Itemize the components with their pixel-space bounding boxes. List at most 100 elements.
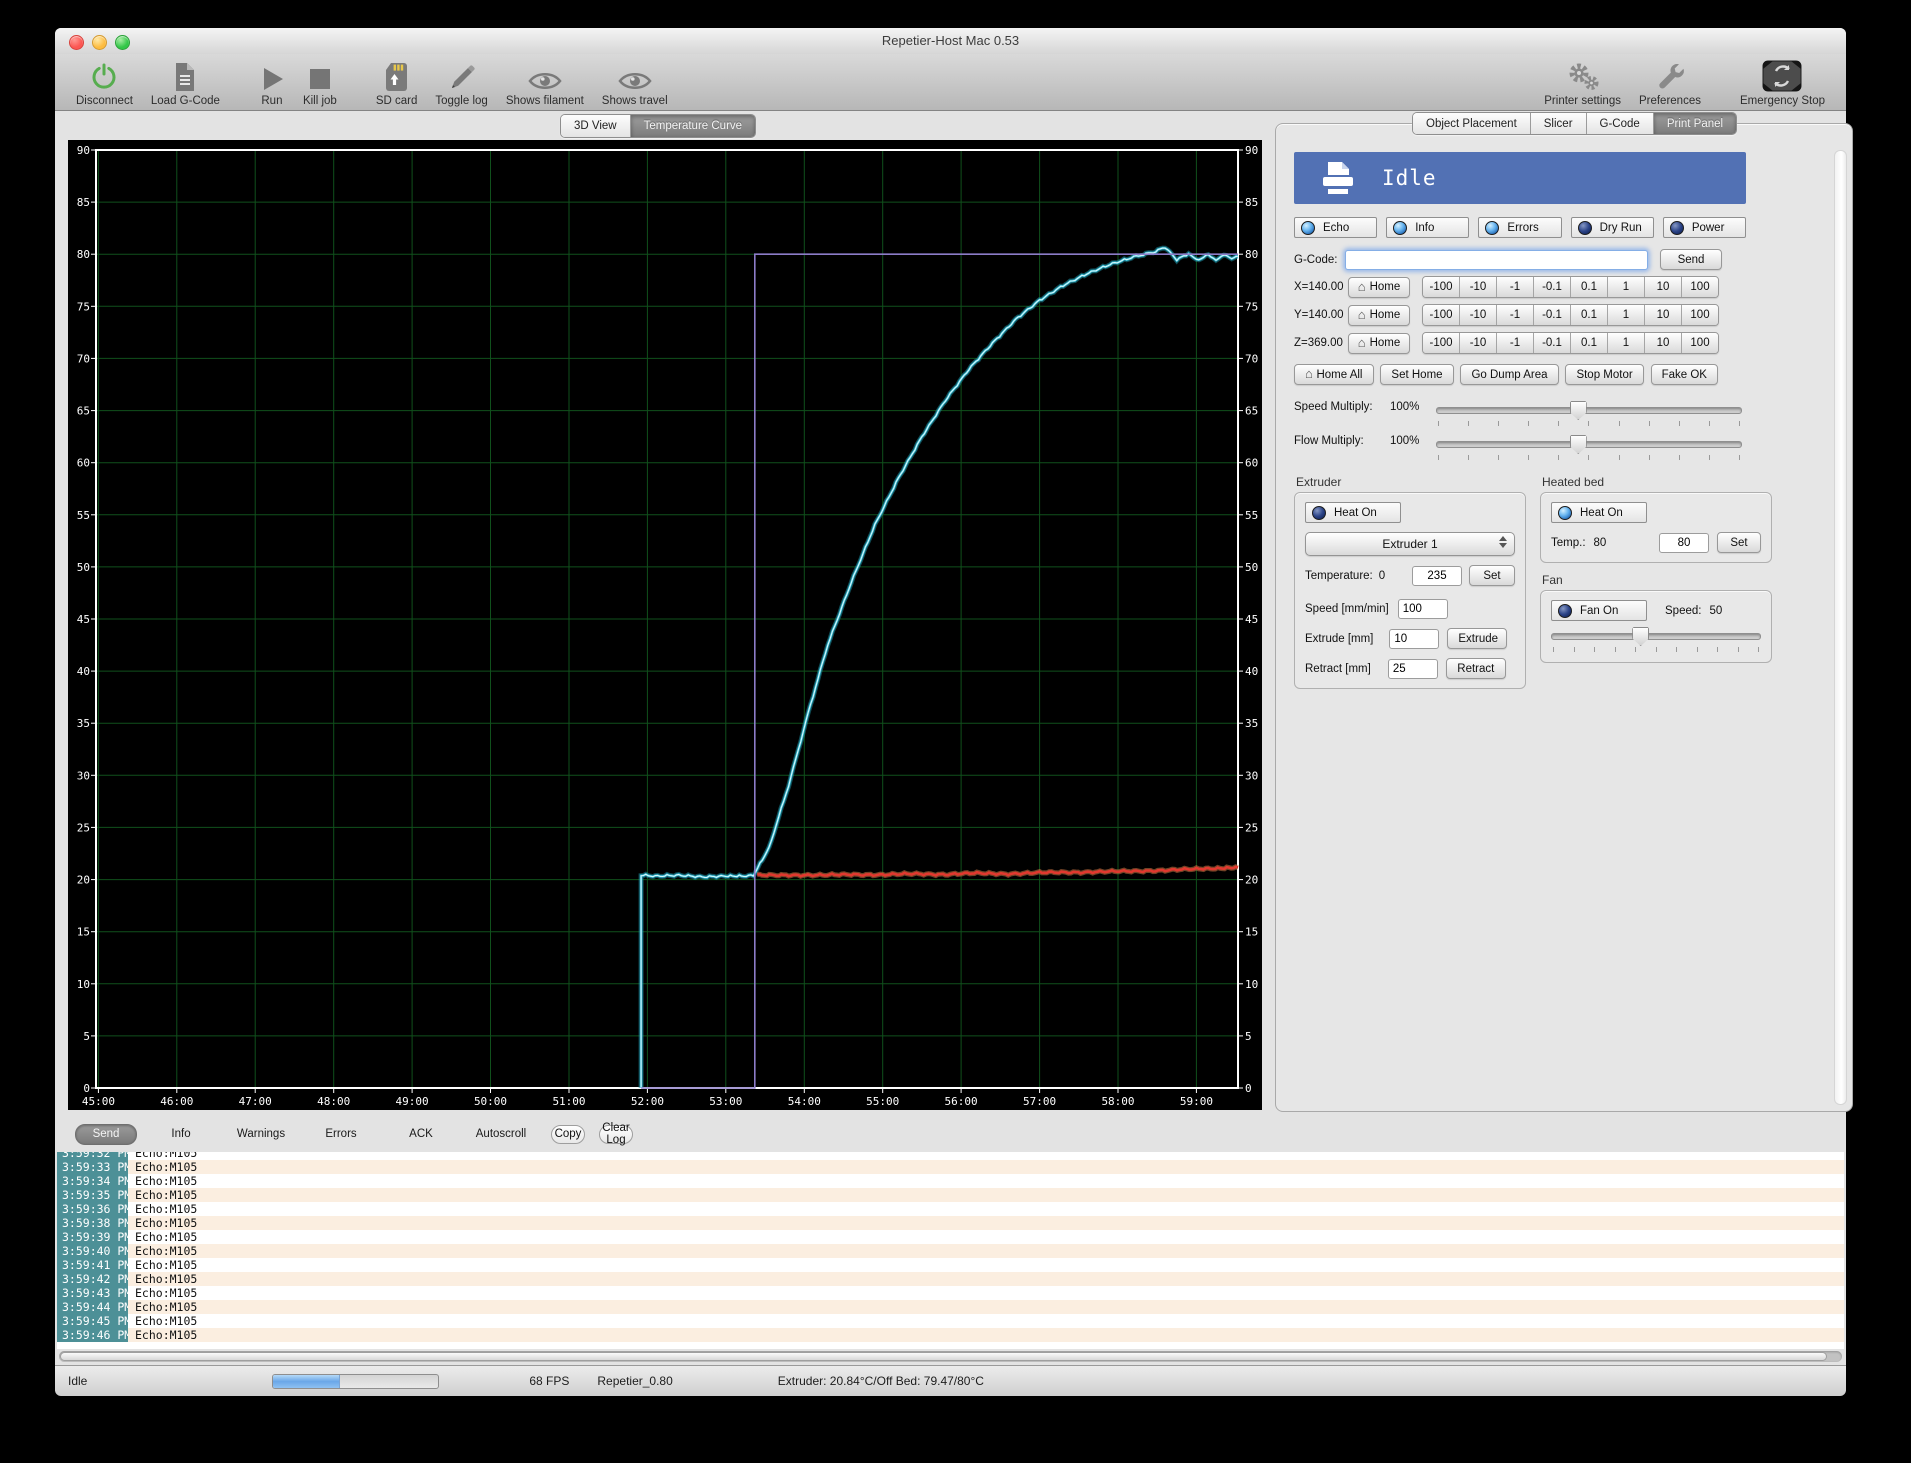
minimize-button[interactable] <box>92 35 107 50</box>
log-tab-warnings[interactable]: Warnings <box>225 1128 297 1140</box>
jog-step-button[interactable]: 0.1 <box>1570 277 1607 297</box>
toggle-dry-run[interactable]: Dry Run <box>1571 217 1654 238</box>
toggle-power[interactable]: Power <box>1663 217 1746 238</box>
jog-step-button[interactable]: 100 <box>1681 305 1718 325</box>
jog-step-button[interactable]: -10 <box>1459 305 1496 325</box>
tab-slicer[interactable]: Slicer <box>1530 113 1586 134</box>
stop-motor-button[interactable]: Stop Motor <box>1565 364 1643 385</box>
panel-scrollbar[interactable] <box>1834 150 1847 1105</box>
toolbar-button-emergency-stop[interactable]: Emergency Stop <box>1740 58 1825 110</box>
home-z-button[interactable]: ⌂Home <box>1348 333 1410 354</box>
bed-temperature-input[interactable] <box>1659 533 1709 553</box>
jog-step-button[interactable]: 0.1 <box>1570 333 1607 353</box>
log-view[interactable]: 3:59:32 PMEcho:M1053:59:33 PMEcho:M1053:… <box>57 1152 1844 1349</box>
toolbar-button-disconnect[interactable]: Disconnect <box>76 58 133 110</box>
slider-track[interactable] <box>1551 633 1761 640</box>
jog-step-button[interactable]: -10 <box>1459 333 1496 353</box>
tab-3d-view[interactable]: 3D View <box>561 115 630 137</box>
jog-step-button[interactable]: 1 <box>1607 305 1644 325</box>
jog-step-button[interactable]: 100 <box>1681 277 1718 297</box>
log-tab-send[interactable]: Send <box>75 1124 137 1145</box>
toolbar-button-printer-settings[interactable]: Printer settings <box>1544 58 1621 110</box>
jog-step-button[interactable]: -1 <box>1496 333 1533 353</box>
bed-set-button[interactable]: Set <box>1717 532 1761 553</box>
fan-toggle[interactable]: Fan On <box>1551 600 1647 621</box>
home-x-button[interactable]: ⌂Home <box>1348 277 1410 298</box>
toggle-echo[interactable]: Echo <box>1294 217 1377 238</box>
axis-row-x: X=140.00⌂Home-100-10-1-0.10.1110100 <box>1294 276 1722 298</box>
tab-object-placement[interactable]: Object Placement <box>1413 113 1530 134</box>
extrude-amount-input[interactable] <box>1389 629 1439 649</box>
toolbar-button-shows-travel[interactable]: Shows travel <box>602 58 668 110</box>
extruder-select[interactable]: Extruder 1 <box>1305 532 1515 556</box>
jog-step-button[interactable]: 1 <box>1607 333 1644 353</box>
clear-log-button[interactable]: Clear Log <box>599 1125 633 1144</box>
fan-speed-slider[interactable] <box>1551 627 1761 653</box>
log-tab-info[interactable]: Info <box>145 1128 217 1140</box>
slider-track[interactable] <box>1436 441 1742 448</box>
log-message: Echo:M105 <box>128 1152 197 1160</box>
jog-step-button[interactable]: -0.1 <box>1533 305 1570 325</box>
tab-temperature-curve[interactable]: Temperature Curve <box>630 115 755 137</box>
jog-step-button[interactable]: -100 <box>1423 277 1459 297</box>
tab-print-panel[interactable]: Print Panel <box>1653 113 1736 134</box>
toolbar-button-toggle-log[interactable]: Toggle log <box>435 58 487 110</box>
go-dump-area-button[interactable]: Go Dump Area <box>1460 364 1558 385</box>
title-bar[interactable]: Repetier-Host Mac 0.53 <box>55 28 1846 54</box>
slider-track[interactable] <box>1436 407 1742 414</box>
log-tab-errors[interactable]: Errors <box>305 1128 377 1140</box>
retract-button[interactable]: Retract <box>1446 658 1506 679</box>
slider-thumb[interactable] <box>1632 627 1649 646</box>
extruder-temperature-input[interactable] <box>1412 566 1462 586</box>
traffic-lights <box>69 35 130 50</box>
jog-step-button[interactable]: -10 <box>1459 277 1496 297</box>
jog-step-button[interactable]: 0.1 <box>1570 305 1607 325</box>
svg-text:60: 60 <box>77 457 90 470</box>
toolbar-button-sd-card[interactable]: SD card <box>376 58 418 110</box>
slider-thumb[interactable] <box>1570 435 1587 454</box>
toolbar-button-kill-job[interactable]: Kill job <box>303 58 337 110</box>
gcode-input[interactable] <box>1345 250 1648 270</box>
jog-step-button[interactable]: -100 <box>1423 333 1459 353</box>
sd-card-icon <box>385 58 409 95</box>
copy-button[interactable]: Copy <box>551 1125 585 1144</box>
log-tab-ack[interactable]: ACK <box>385 1128 457 1140</box>
speed-multiply-slider[interactable] <box>1436 401 1742 427</box>
extruder-heat-toggle[interactable]: Heat On <box>1305 502 1401 523</box>
home-all-button[interactable]: ⌂ Home All <box>1294 364 1374 385</box>
jog-step-button[interactable]: -0.1 <box>1533 277 1570 297</box>
flow-multiply-slider[interactable] <box>1436 435 1742 461</box>
jog-step-button[interactable]: 100 <box>1681 333 1718 353</box>
jog-step-button[interactable]: -100 <box>1423 305 1459 325</box>
jog-step-button[interactable]: 10 <box>1644 305 1681 325</box>
toolbar-button-preferences[interactable]: Preferences <box>1639 58 1701 110</box>
jog-step-button[interactable]: 10 <box>1644 333 1681 353</box>
slider-thumb[interactable] <box>1570 401 1587 420</box>
toolbar-button-run[interactable]: Run <box>259 58 285 110</box>
log-scrollbar[interactable] <box>59 1351 1842 1362</box>
jog-step-button[interactable]: 10 <box>1644 277 1681 297</box>
toolbar-button-shows-filament[interactable]: Shows filament <box>506 58 584 110</box>
retract-amount-input[interactable] <box>1388 659 1438 679</box>
extruder-set-button[interactable]: Set <box>1469 565 1515 586</box>
extruder-speed-input[interactable] <box>1398 599 1448 619</box>
tab-g-code[interactable]: G-Code <box>1586 113 1653 134</box>
send-button[interactable]: Send <box>1660 249 1722 270</box>
close-button[interactable] <box>69 35 84 50</box>
log-tab-autoscroll[interactable]: Autoscroll <box>465 1128 537 1140</box>
fake-ok-button[interactable]: Fake OK <box>1651 364 1718 385</box>
log-scrollbar-thumb[interactable] <box>60 1352 1827 1361</box>
bed-heat-toggle[interactable]: Heat On <box>1551 502 1647 523</box>
log-timestamp: 3:59:40 PM <box>57 1244 128 1258</box>
jog-step-button[interactable]: 1 <box>1607 277 1644 297</box>
set-home-button[interactable]: Set Home <box>1380 364 1453 385</box>
zoom-button[interactable] <box>115 35 130 50</box>
toolbar-button-load-g-code[interactable]: Load G-Code <box>151 58 220 110</box>
jog-step-button[interactable]: -1 <box>1496 305 1533 325</box>
jog-step-button[interactable]: -1 <box>1496 277 1533 297</box>
jog-step-button[interactable]: -0.1 <box>1533 333 1570 353</box>
home-y-button[interactable]: ⌂Home <box>1348 305 1410 326</box>
extrude-button[interactable]: Extrude <box>1447 628 1507 649</box>
toggle-info[interactable]: Info <box>1386 217 1469 238</box>
toggle-errors[interactable]: Errors <box>1478 217 1561 238</box>
